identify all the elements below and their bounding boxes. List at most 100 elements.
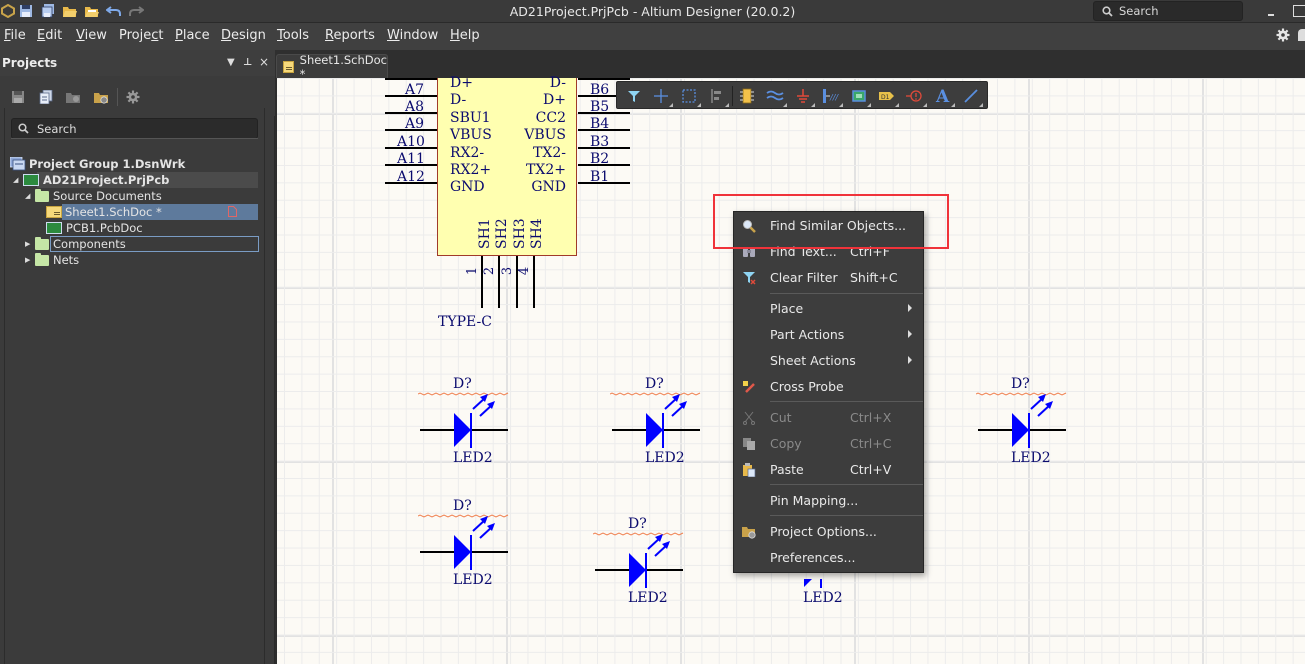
active-bar-divider xyxy=(732,86,733,106)
wire-icon[interactable] xyxy=(961,86,983,107)
filter-icon[interactable] xyxy=(624,86,644,106)
panel-menu-dropdown-icon[interactable]: ▼ xyxy=(227,57,235,68)
align-icon[interactable] xyxy=(707,86,729,107)
led-component[interactable]: D? LED2 xyxy=(976,377,1071,469)
menu-item-copy[interactable]: Copy Ctrl+C xyxy=(734,432,923,456)
search-icon xyxy=(1102,5,1113,17)
pin-wire xyxy=(481,256,483,308)
select-rectangle-icon[interactable] xyxy=(679,86,701,107)
redo-icon[interactable] xyxy=(128,3,144,19)
menu-item-preferences[interactable]: Preferences... xyxy=(734,546,923,570)
tree-item-components[interactable]: ▶ Components xyxy=(25,236,126,252)
pin-number-left: A9 xyxy=(405,116,425,132)
tree-item-label: Nets xyxy=(53,253,80,267)
title-bar: AD21Project.PrjPcb - Altium Designer (20… xyxy=(0,0,1305,23)
pin-icon[interactable]: ⊥ xyxy=(243,57,252,68)
global-search-input[interactable]: Search xyxy=(1093,1,1243,21)
pin-number-bottom: 4 xyxy=(517,266,533,276)
led-component[interactable]: D? LED2 xyxy=(418,377,513,469)
menu-item-place[interactable]: Place xyxy=(734,297,923,321)
menu-item-pin-mapping[interactable]: Pin Mapping... xyxy=(734,489,923,513)
tree-item-project-group[interactable]: Project Group 1.DsnWrk xyxy=(10,156,185,172)
menu-bar: File Edit View Project Place Design Tool… xyxy=(0,23,1305,50)
pin-name-bottom: SH2 xyxy=(494,218,510,249)
schematic-doc-icon xyxy=(283,60,294,73)
panel-title: Projects xyxy=(2,56,58,70)
menu-item-part-actions[interactable]: Part Actions xyxy=(734,323,923,347)
menu-item-sheet-actions[interactable]: Sheet Actions xyxy=(734,349,923,373)
menu-help[interactable]: Help xyxy=(450,28,480,43)
pin-number-bottom: 1 xyxy=(465,266,481,276)
menu-project[interactable]: Project xyxy=(119,28,164,43)
project-options-icon[interactable] xyxy=(94,90,108,104)
pin-number-left: A7 xyxy=(405,82,425,98)
menu-file[interactable]: File xyxy=(4,28,26,43)
menu-place[interactable]: Place xyxy=(175,28,210,43)
tree-item-label: Sheet1.SchDoc * xyxy=(65,205,162,219)
tab-label: Sheet1.SchDoc * xyxy=(299,52,387,81)
panel-settings-gear-icon[interactable] xyxy=(126,90,140,104)
copy-icon xyxy=(743,438,755,450)
sheet-symbol-icon[interactable] xyxy=(849,86,871,107)
tree-item-pcb1-pcbdoc[interactable]: PCB1.PcbDoc xyxy=(46,220,143,236)
pin-number-bottom: 3 xyxy=(500,266,516,276)
led-component[interactable]: D? LED2 xyxy=(593,517,688,609)
pin-name-right: D- xyxy=(549,75,566,91)
tree-item-sheet1-schdoc[interactable]: Sheet1.SchDoc * xyxy=(46,204,162,220)
pin-name-right: TX2+ xyxy=(526,162,566,178)
menu-item-project-options[interactable]: Project Options... xyxy=(734,520,923,544)
submenu-arrow-icon xyxy=(908,304,912,312)
pin-name-right: VBUS xyxy=(524,127,566,143)
text-icon[interactable]: A xyxy=(933,86,955,107)
led-symbol xyxy=(418,514,509,570)
workspace-icon xyxy=(10,157,26,171)
close-panel-icon[interactable]: × xyxy=(259,55,269,69)
menu-design[interactable]: Design xyxy=(221,28,266,43)
directive-icon[interactable] xyxy=(905,86,927,107)
restore-button[interactable] xyxy=(1293,5,1305,17)
menu-item-label: Preferences... xyxy=(770,550,856,565)
compile-project-icon[interactable] xyxy=(39,90,53,104)
pin-name-right: GND xyxy=(531,179,566,195)
led-component[interactable]: D? LED2 xyxy=(418,499,513,591)
tab-sheet1-schdoc[interactable]: Sheet1.SchDoc * xyxy=(276,52,388,81)
led-component[interactable]: D? LED2 xyxy=(610,377,705,469)
open-folder-icon[interactable] xyxy=(62,3,78,19)
notifications-icon[interactable] xyxy=(1298,29,1305,41)
collapse-arrow-icon[interactable]: ▶ xyxy=(25,256,35,264)
menu-item-cross-probe[interactable]: Cross Probe xyxy=(734,375,923,399)
menu-separator xyxy=(770,293,923,294)
harness-icon[interactable] xyxy=(765,86,787,107)
tree-item-source-documents[interactable]: ◢ Source Documents xyxy=(25,188,162,204)
collapse-arrow-icon[interactable]: ▶ xyxy=(25,240,35,248)
menu-item-shortcut: Ctrl+C xyxy=(850,436,892,451)
menu-window[interactable]: Window xyxy=(387,28,438,43)
pin-name-left: RX2+ xyxy=(450,162,492,178)
settings-gear-icon[interactable] xyxy=(1276,28,1290,42)
menu-edit[interactable]: Edit xyxy=(37,28,62,43)
undo-icon[interactable] xyxy=(106,3,122,19)
tree-item-nets[interactable]: ▶ Nets xyxy=(25,252,79,268)
menu-tools[interactable]: Tools xyxy=(277,28,309,43)
ground-power-icon[interactable] xyxy=(793,86,815,107)
svg-text:D1: D1 xyxy=(881,94,890,101)
port-icon[interactable]: /// xyxy=(821,86,843,107)
net-label-icon[interactable]: D1 xyxy=(877,86,899,107)
expand-arrow-icon[interactable]: ◢ xyxy=(25,192,35,200)
open-project-icon[interactable] xyxy=(84,3,100,19)
save-project-icon[interactable] xyxy=(11,90,25,104)
menu-view[interactable]: View xyxy=(76,28,107,43)
menu-reports[interactable]: Reports xyxy=(325,28,375,43)
save-icon[interactable] xyxy=(18,3,34,19)
component-icon[interactable] xyxy=(737,86,757,106)
menu-item-paste[interactable]: Paste Ctrl+V xyxy=(734,458,923,482)
menu-item-cut[interactable]: Cut Ctrl+X xyxy=(734,406,923,430)
project-explore-icon[interactable] xyxy=(66,90,80,104)
save-all-icon[interactable] xyxy=(40,3,56,19)
expand-arrow-icon[interactable]: ◢ xyxy=(13,176,23,184)
menu-item-clear-filter[interactable]: Clear Filter Shift+C xyxy=(734,266,923,290)
crosshair-icon[interactable] xyxy=(651,86,673,107)
tree-item-project[interactable]: ◢ AD21Project.PrjPcb xyxy=(13,172,169,188)
pin-name-right: D+ xyxy=(543,92,566,108)
minimize-button[interactable] xyxy=(1265,3,1279,19)
